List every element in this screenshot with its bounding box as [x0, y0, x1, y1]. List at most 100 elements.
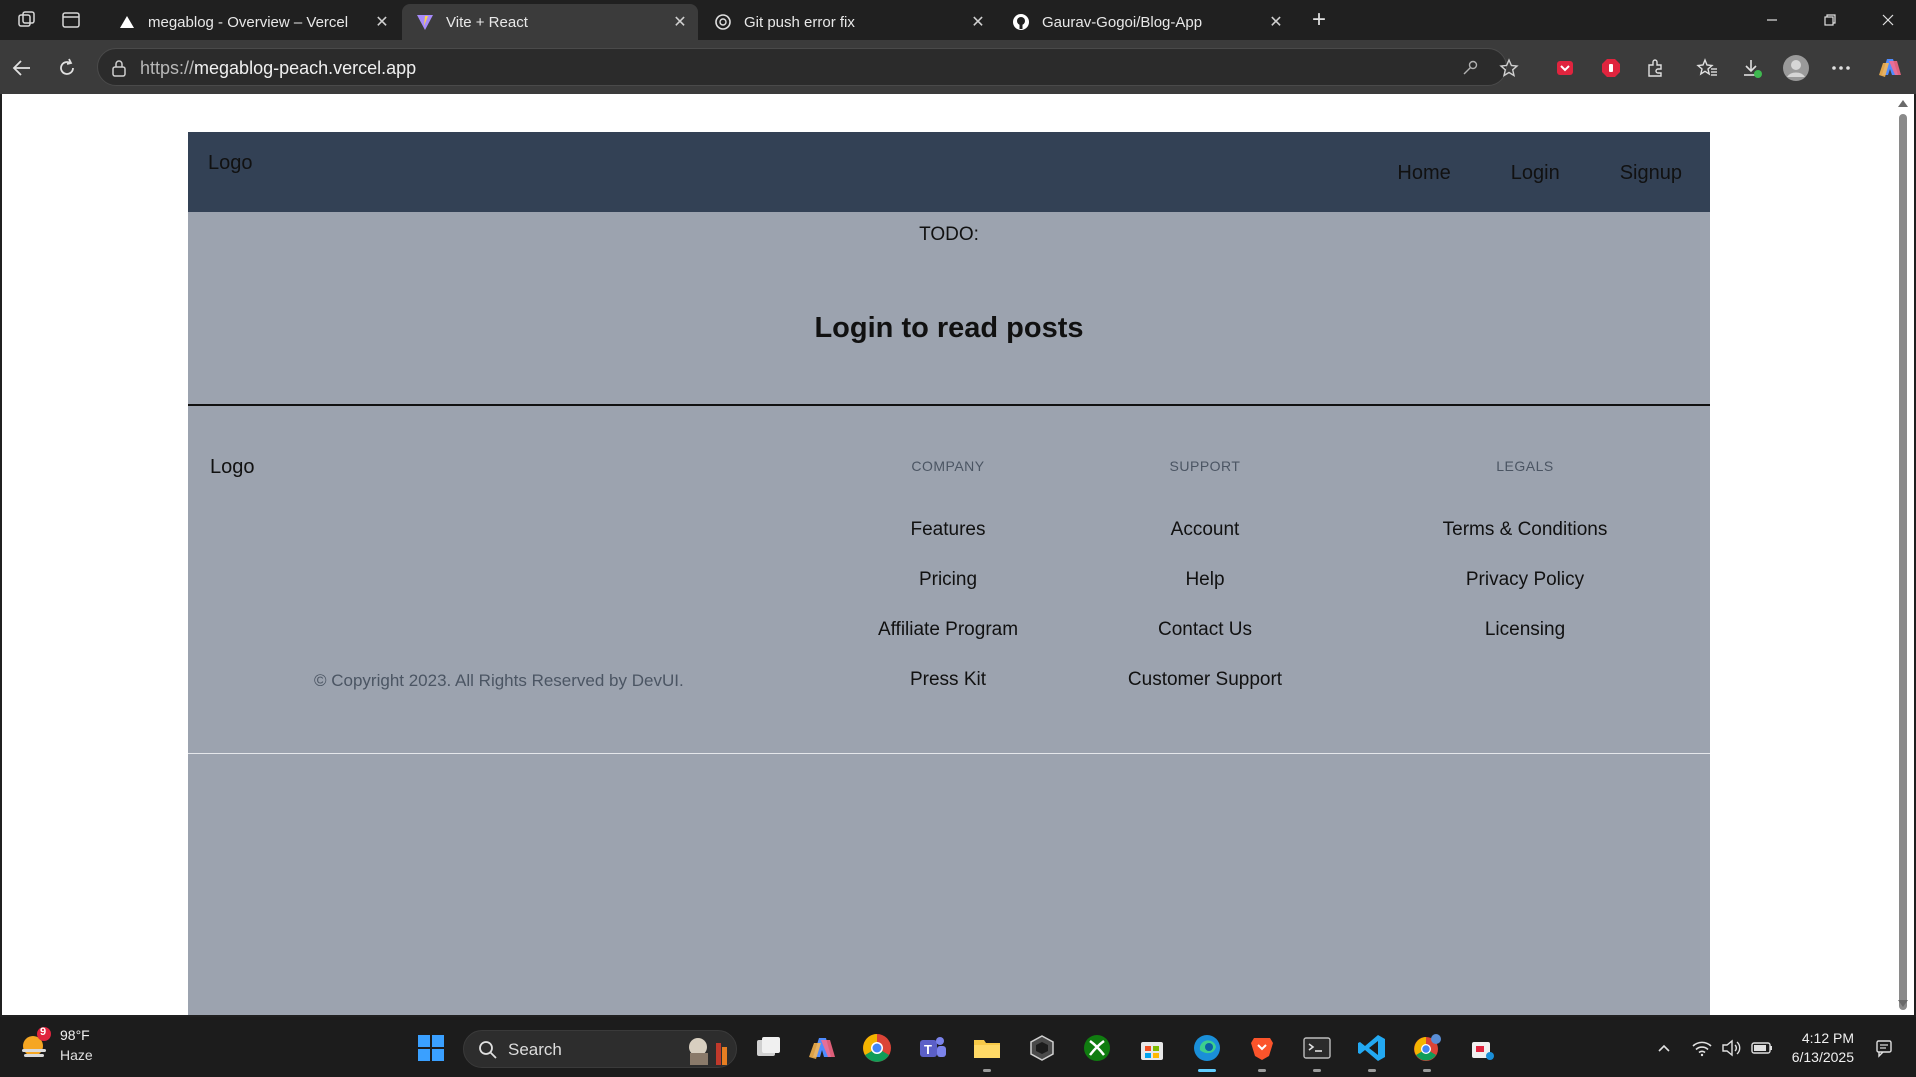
nav-signup-link[interactable]: Signup — [1620, 162, 1682, 185]
close-icon[interactable]: ✕ — [1264, 10, 1288, 34]
chatgpt-icon — [714, 13, 732, 31]
footer-link-affiliate[interactable]: Affiliate Program — [858, 617, 1038, 642]
vercel-icon — [118, 13, 136, 31]
scroll-down-arrow-icon[interactable] — [1898, 1000, 1908, 1007]
taskbar-search[interactable]: Search — [463, 1030, 737, 1068]
footer-logo[interactable]: Logo — [210, 456, 255, 479]
file-explorer-icon[interactable] — [971, 1032, 1003, 1072]
address-bar[interactable]: https://megablog-peach.vercel.app — [97, 48, 1519, 86]
site-header: Logo Home Login Signup — [188, 132, 1710, 212]
svg-text:T: T — [924, 1042, 932, 1057]
downloads-icon[interactable] — [1737, 53, 1767, 83]
search-icon — [479, 1041, 497, 1059]
nav-home-link[interactable]: Home — [1397, 162, 1450, 185]
tab-chatgpt[interactable]: Git push error fix ✕ — [700, 4, 996, 40]
favorite-star-icon[interactable] — [1498, 57, 1520, 79]
adblock-extension-icon[interactable] — [1596, 53, 1626, 83]
wifi-icon[interactable] — [1686, 1032, 1718, 1064]
footer-link-terms[interactable]: Terms & Conditions — [1415, 517, 1635, 542]
tab-vercel[interactable]: megablog - Overview – Vercel ✕ — [104, 4, 400, 40]
scroll-up-arrow-icon[interactable] — [1898, 100, 1908, 107]
footer-column-legals: LEGALS Terms & Conditions Privacy Policy… — [1415, 458, 1635, 667]
weather-temp: 98°F — [60, 1027, 90, 1043]
unity-hub-icon[interactable] — [1026, 1032, 1058, 1064]
close-window-button[interactable] — [1860, 0, 1916, 40]
tab-title: Git push error fix — [744, 13, 855, 31]
chevron-up-icon[interactable] — [1648, 1032, 1680, 1064]
key-icon[interactable] — [1459, 57, 1481, 79]
weather-widget[interactable]: 9 98°F Haze — [18, 1026, 93, 1066]
vite-icon — [416, 13, 434, 31]
footer-link-pricing[interactable]: Pricing — [858, 567, 1038, 592]
notifications-icon[interactable] — [1868, 1032, 1900, 1064]
running-indicator — [1313, 1069, 1321, 1072]
tab-github[interactable]: Gaurav-Gogoi/Blog-App ✕ — [998, 4, 1294, 40]
footer-link-features[interactable]: Features — [858, 517, 1038, 542]
favorites-icon[interactable] — [1692, 53, 1722, 83]
copilot-taskbar-icon[interactable] — [806, 1032, 838, 1064]
footer-column-title: SUPPORT — [1169, 458, 1241, 474]
header-logo[interactable]: Logo — [208, 152, 253, 175]
main-nav: Home Login Signup — [1337, 162, 1682, 185]
clock-date: 6/13/2025 — [1791, 1049, 1854, 1065]
footer-link-contact-us[interactable]: Contact Us — [1105, 617, 1305, 642]
page-viewport: Logo Home Login Signup TODO: Login to re… — [2, 94, 1894, 1015]
brave-icon[interactable] — [1246, 1032, 1278, 1072]
site-footer: Logo © Copyright 2023. All Rights Reserv… — [188, 404, 1710, 754]
tab-title: megablog - Overview – Vercel — [148, 13, 349, 31]
back-button[interactable] — [7, 53, 37, 83]
volume-icon[interactable] — [1716, 1032, 1748, 1064]
footer-column-title: LEGALS — [1496, 458, 1554, 474]
chrome-profile-icon[interactable] — [1411, 1032, 1443, 1072]
extensions-icon[interactable] — [1640, 53, 1670, 83]
vertical-tabs-icon[interactable] — [59, 8, 83, 32]
nav-login-link[interactable]: Login — [1511, 162, 1560, 185]
vscode-icon[interactable] — [1356, 1032, 1388, 1072]
windows-taskbar: 9 98°F Haze Search T 4:12 PM 6/13/2025 — [0, 1017, 1916, 1077]
footer-link-help[interactable]: Help — [1105, 567, 1305, 592]
xbox-icon[interactable] — [1081, 1032, 1113, 1064]
new-tab-button[interactable]: + — [1306, 8, 1332, 34]
running-indicator — [983, 1069, 991, 1072]
restore-button[interactable] — [1802, 0, 1858, 40]
battery-icon[interactable] — [1746, 1032, 1778, 1064]
windows-start-icon[interactable] — [415, 1032, 447, 1064]
chrome-icon[interactable] — [861, 1032, 893, 1064]
scrollbar-thumb[interactable] — [1899, 114, 1907, 1010]
footer-link-licensing[interactable]: Licensing — [1415, 617, 1635, 642]
page-scrollbar[interactable] — [1894, 94, 1914, 1015]
tab-title: Vite + React — [446, 13, 528, 31]
search-label: Search — [508, 1040, 562, 1059]
microsoft-store-icon[interactable] — [1136, 1032, 1168, 1064]
refresh-button[interactable] — [52, 53, 82, 83]
pocket-extension-icon[interactable] — [1550, 53, 1580, 83]
close-icon[interactable]: ✕ — [370, 10, 394, 34]
footer-link-customer-support[interactable]: Customer Support — [1105, 667, 1305, 692]
teams-icon[interactable]: T — [916, 1032, 948, 1064]
system-clock[interactable]: 4:12 PM 6/13/2025 — [1790, 1029, 1854, 1067]
workspaces-icon[interactable] — [15, 8, 39, 32]
close-icon[interactable]: ✕ — [668, 10, 692, 34]
clock-time: 4:12 PM — [1801, 1030, 1854, 1046]
edge-icon[interactable] — [1191, 1032, 1223, 1072]
minimize-button[interactable] — [1744, 0, 1800, 40]
copilot-icon[interactable] — [1875, 53, 1905, 83]
more-options-icon[interactable] — [1826, 53, 1856, 83]
task-view-icon[interactable] — [752, 1032, 784, 1064]
tab-vite-react[interactable]: Vite + React ✕ — [402, 4, 698, 40]
lock-icon[interactable] — [108, 57, 130, 79]
running-indicator — [1423, 1069, 1431, 1072]
footer-link-privacy[interactable]: Privacy Policy — [1415, 567, 1635, 592]
running-indicator — [1258, 1069, 1266, 1072]
weather-alert-badge: 9 — [40, 1026, 47, 1038]
footer-link-account[interactable]: Account — [1105, 517, 1305, 542]
snipping-tool-icon[interactable] — [1466, 1032, 1498, 1064]
url-text[interactable]: https://megablog-peach.vercel.app — [140, 58, 416, 79]
terminal-icon[interactable] — [1301, 1032, 1333, 1072]
close-icon[interactable]: ✕ — [966, 10, 990, 34]
running-indicator — [1368, 1069, 1376, 1072]
github-icon — [1012, 13, 1030, 31]
page-heading: Login to read posts — [814, 312, 1084, 344]
profile-avatar[interactable] — [1781, 53, 1811, 83]
footer-link-press-kit[interactable]: Press Kit — [858, 667, 1038, 692]
